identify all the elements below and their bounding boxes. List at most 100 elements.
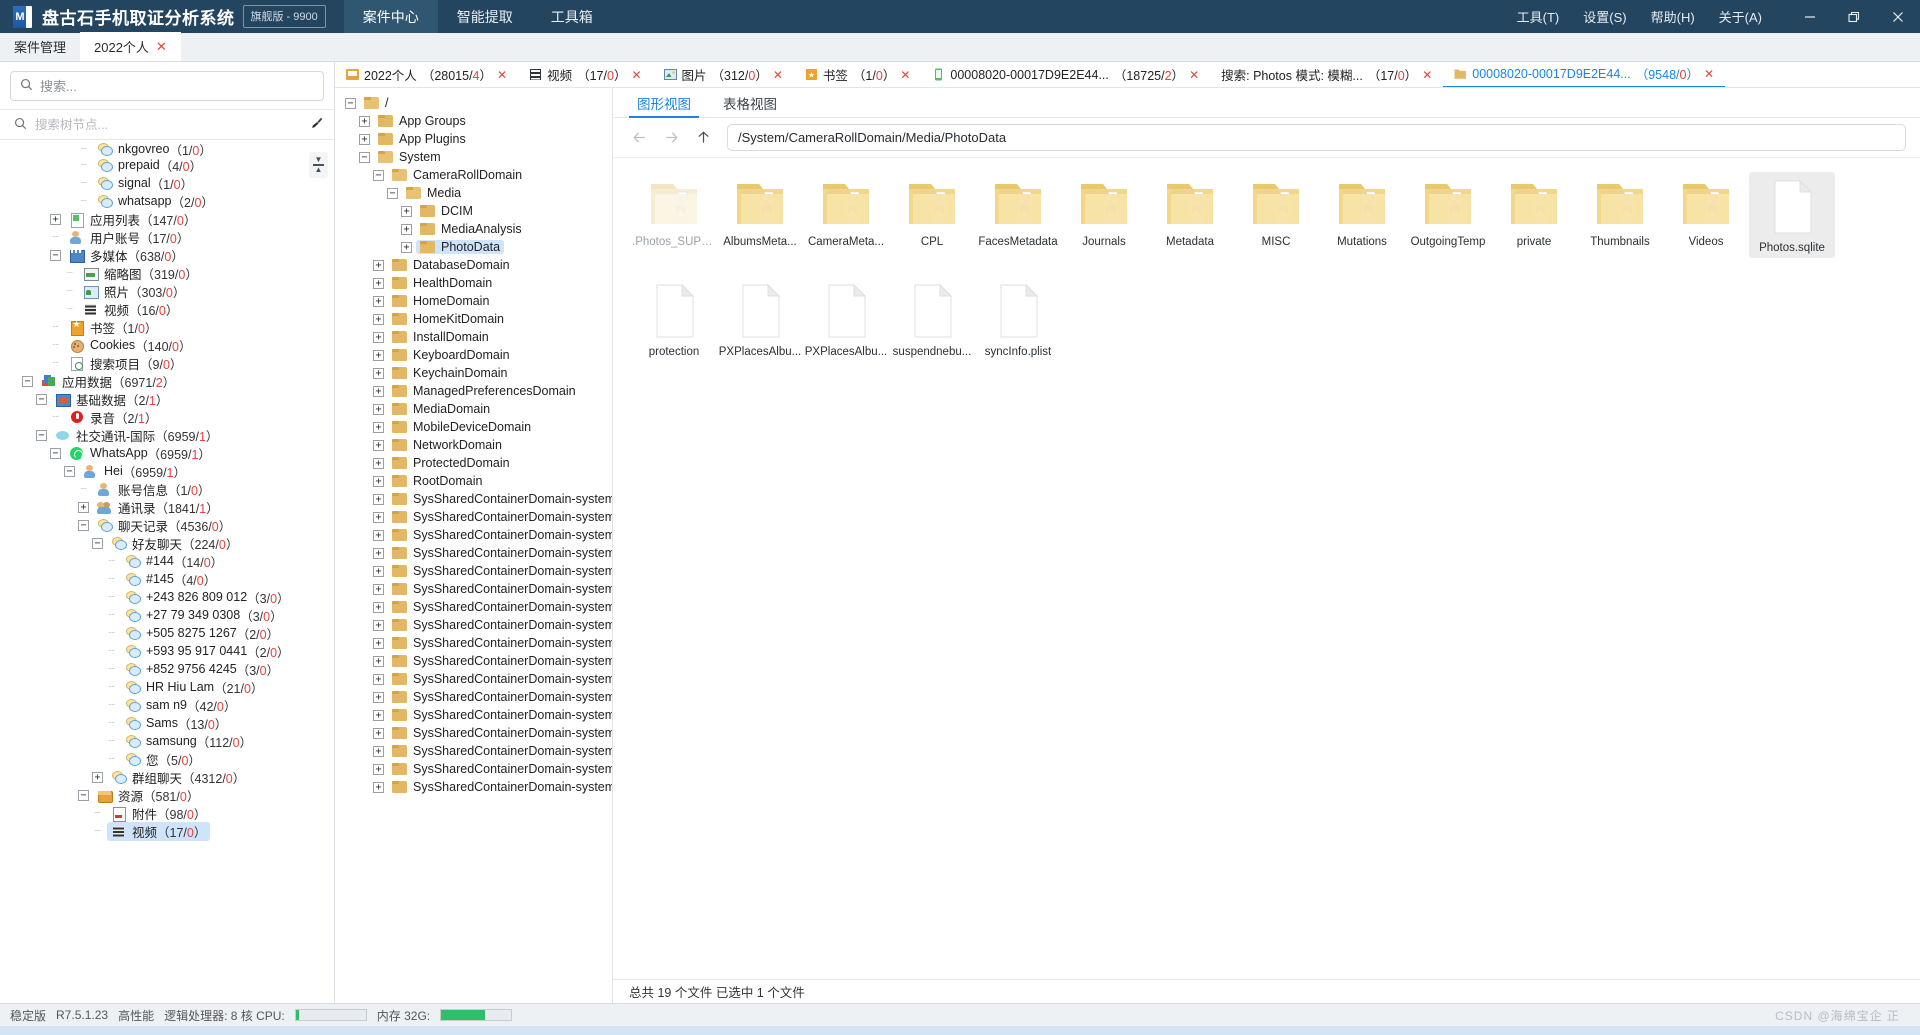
expand-icon[interactable]: +: [373, 692, 384, 703]
close-icon[interactable]: [1876, 0, 1920, 33]
file-item[interactable]: syncInfo.plist: [975, 276, 1061, 362]
folder-item[interactable]: MISC: [1233, 172, 1319, 258]
tree-search-input[interactable]: [35, 118, 302, 132]
file-tab[interactable]: 00008020-00017D9E2E44...（9548/0）✕: [1443, 62, 1725, 88]
tree-node[interactable]: ┈HR Hiu Lam （21/0）: [0, 678, 334, 696]
file-tab[interactable]: 2022个人（28015/4）✕: [335, 62, 518, 88]
file-grid-area[interactable]: .Photos_SUPP... AlbumsMeta... CameraMeta…: [613, 158, 1920, 979]
folder-item[interactable]: Metadata: [1147, 172, 1233, 258]
tree-node[interactable]: ┈Sams （13/0）: [0, 714, 334, 732]
menu-item-right[interactable]: 设置(S): [1571, 7, 1638, 26]
tree-node[interactable]: −社交通讯-国际 （6959/1）: [0, 426, 334, 444]
expand-icon[interactable]: +: [359, 134, 370, 145]
directory-node[interactable]: +SysSharedContainerDomain-systemgroup.co: [339, 706, 612, 724]
expand-icon[interactable]: +: [373, 476, 384, 487]
collapse-icon[interactable]: −: [359, 152, 370, 163]
global-search-input[interactable]: [40, 79, 314, 94]
expand-icon[interactable]: +: [373, 296, 384, 307]
folder-item[interactable]: CameraMeta...: [803, 172, 889, 258]
directory-node[interactable]: +SysSharedContainerDomain-systemgroup.co: [339, 760, 612, 778]
directory-node[interactable]: +HealthDomain: [339, 274, 612, 292]
expand-icon[interactable]: +: [373, 404, 384, 415]
directory-node[interactable]: +MediaAnalysis: [339, 220, 612, 238]
expand-icon[interactable]: +: [373, 278, 384, 289]
file-item[interactable]: suspendnebu...: [889, 276, 975, 362]
close-icon[interactable]: ✕: [156, 39, 167, 55]
collapse-icon[interactable]: −: [36, 394, 47, 405]
expand-icon[interactable]: +: [373, 350, 384, 361]
collapse-icon[interactable]: −: [373, 170, 384, 181]
directory-node[interactable]: +SysSharedContainerDomain-systemgroup.co: [339, 562, 612, 580]
expand-icon[interactable]: +: [373, 764, 384, 775]
file-tab[interactable]: 00008020-00017D9E2E44...（18725/2）✕: [921, 62, 1210, 88]
file-tab[interactable]: ★书签（1/0）✕: [794, 62, 921, 88]
tree-node[interactable]: +群组聊天 （4312/0）: [0, 768, 334, 786]
expand-icon[interactable]: +: [373, 458, 384, 469]
directory-node[interactable]: +SysSharedContainerDomain-systemgroup.co: [339, 778, 612, 796]
tree-node[interactable]: ┈sam n9 （42/0）: [0, 696, 334, 714]
close-icon[interactable]: ✕: [773, 68, 783, 82]
restore-icon[interactable]: [1832, 0, 1876, 33]
expand-icon[interactable]: +: [373, 422, 384, 433]
tree-node[interactable]: ┈+593 95 917 0441 （2/0）: [0, 642, 334, 660]
directory-node[interactable]: +App Groups: [339, 112, 612, 130]
directory-node[interactable]: +SysSharedContainerDomain-systemgroup.co: [339, 742, 612, 760]
tree-node[interactable]: −基础数据 （2/1）: [0, 390, 334, 408]
file-item[interactable]: Photos.sqlite: [1749, 172, 1835, 258]
tree-node[interactable]: ┈视频 （17/0）: [0, 822, 334, 840]
collapse-icon[interactable]: −: [345, 98, 356, 109]
collapse-icon[interactable]: −: [50, 250, 61, 261]
menu-item-right[interactable]: 关于(A): [1707, 7, 1774, 26]
expand-icon[interactable]: +: [373, 728, 384, 739]
collapse-icon[interactable]: −: [78, 790, 89, 801]
tree-node[interactable]: ┈书签 （1/0）: [0, 318, 334, 336]
file-tab[interactable]: 视频（17/0）✕: [518, 62, 652, 88]
folder-item[interactable]: Thumbnails: [1577, 172, 1663, 258]
expand-icon[interactable]: +: [373, 368, 384, 379]
expand-icon[interactable]: +: [78, 502, 89, 513]
expand-icon[interactable]: +: [373, 746, 384, 757]
collapse-icon[interactable]: −: [78, 520, 89, 531]
directory-node[interactable]: +App Plugins: [339, 130, 612, 148]
file-tab[interactable]: 图片（312/0）✕: [653, 62, 794, 88]
directory-node[interactable]: +SysSharedContainerDomain-systemgroup.co: [339, 490, 612, 508]
tree-node[interactable]: ┈+505 8275 1267 （2/0）: [0, 624, 334, 642]
expand-icon[interactable]: +: [373, 584, 384, 595]
tree-node[interactable]: ┈缩略图 （319/0）: [0, 264, 334, 282]
expand-icon[interactable]: +: [401, 224, 412, 235]
directory-node[interactable]: +MobileDeviceDomain: [339, 418, 612, 436]
tree-node[interactable]: ┈用户账号 （17/0）: [0, 228, 334, 246]
file-item[interactable]: PXPlacesAlbu...: [803, 276, 889, 362]
collapse-all-icon[interactable]: ▼▲: [309, 152, 328, 178]
tree-node[interactable]: +应用列表 （147/0）: [0, 210, 334, 228]
file-item[interactable]: PXPlacesAlbu...: [717, 276, 803, 362]
folder-item[interactable]: Mutations: [1319, 172, 1405, 258]
directory-node[interactable]: +ManagedPreferencesDomain: [339, 382, 612, 400]
expand-icon[interactable]: +: [373, 260, 384, 271]
expand-icon[interactable]: +: [373, 494, 384, 505]
expand-icon[interactable]: +: [373, 710, 384, 721]
tree-node[interactable]: ┈附件 （98/0）: [0, 804, 334, 822]
close-icon[interactable]: ✕: [1704, 67, 1714, 81]
directory-node[interactable]: −System: [339, 148, 612, 166]
collapse-icon[interactable]: −: [92, 538, 103, 549]
folder-item[interactable]: .Photos_SUPP...: [631, 172, 717, 258]
directory-node[interactable]: +SysSharedContainerDomain-systemgroup.co: [339, 526, 612, 544]
directory-node[interactable]: +SysSharedContainerDomain-systemgroup.co: [339, 688, 612, 706]
tree-node[interactable]: ┈+243 826 809 012 （3/0）: [0, 588, 334, 606]
tree-node[interactable]: ┈录音 （2/1）: [0, 408, 334, 426]
directory-node[interactable]: +ProtectedDomain: [339, 454, 612, 472]
case-tab[interactable]: 2022个人✕: [80, 32, 181, 61]
expand-icon[interactable]: +: [373, 602, 384, 613]
expand-icon[interactable]: +: [373, 314, 384, 325]
collapse-icon[interactable]: −: [64, 466, 75, 477]
tree-node[interactable]: ┈#144 （14/0）: [0, 552, 334, 570]
folder-item[interactable]: private: [1491, 172, 1577, 258]
expand-icon[interactable]: +: [373, 530, 384, 541]
tree-node[interactable]: ┈您 （5/0）: [0, 750, 334, 768]
expand-icon[interactable]: +: [373, 782, 384, 793]
expand-icon[interactable]: +: [92, 772, 103, 783]
tree-node[interactable]: −聊天记录 （4536/0）: [0, 516, 334, 534]
tree-node[interactable]: ┈账号信息 （1/0）: [0, 480, 334, 498]
expand-icon[interactable]: +: [373, 386, 384, 397]
